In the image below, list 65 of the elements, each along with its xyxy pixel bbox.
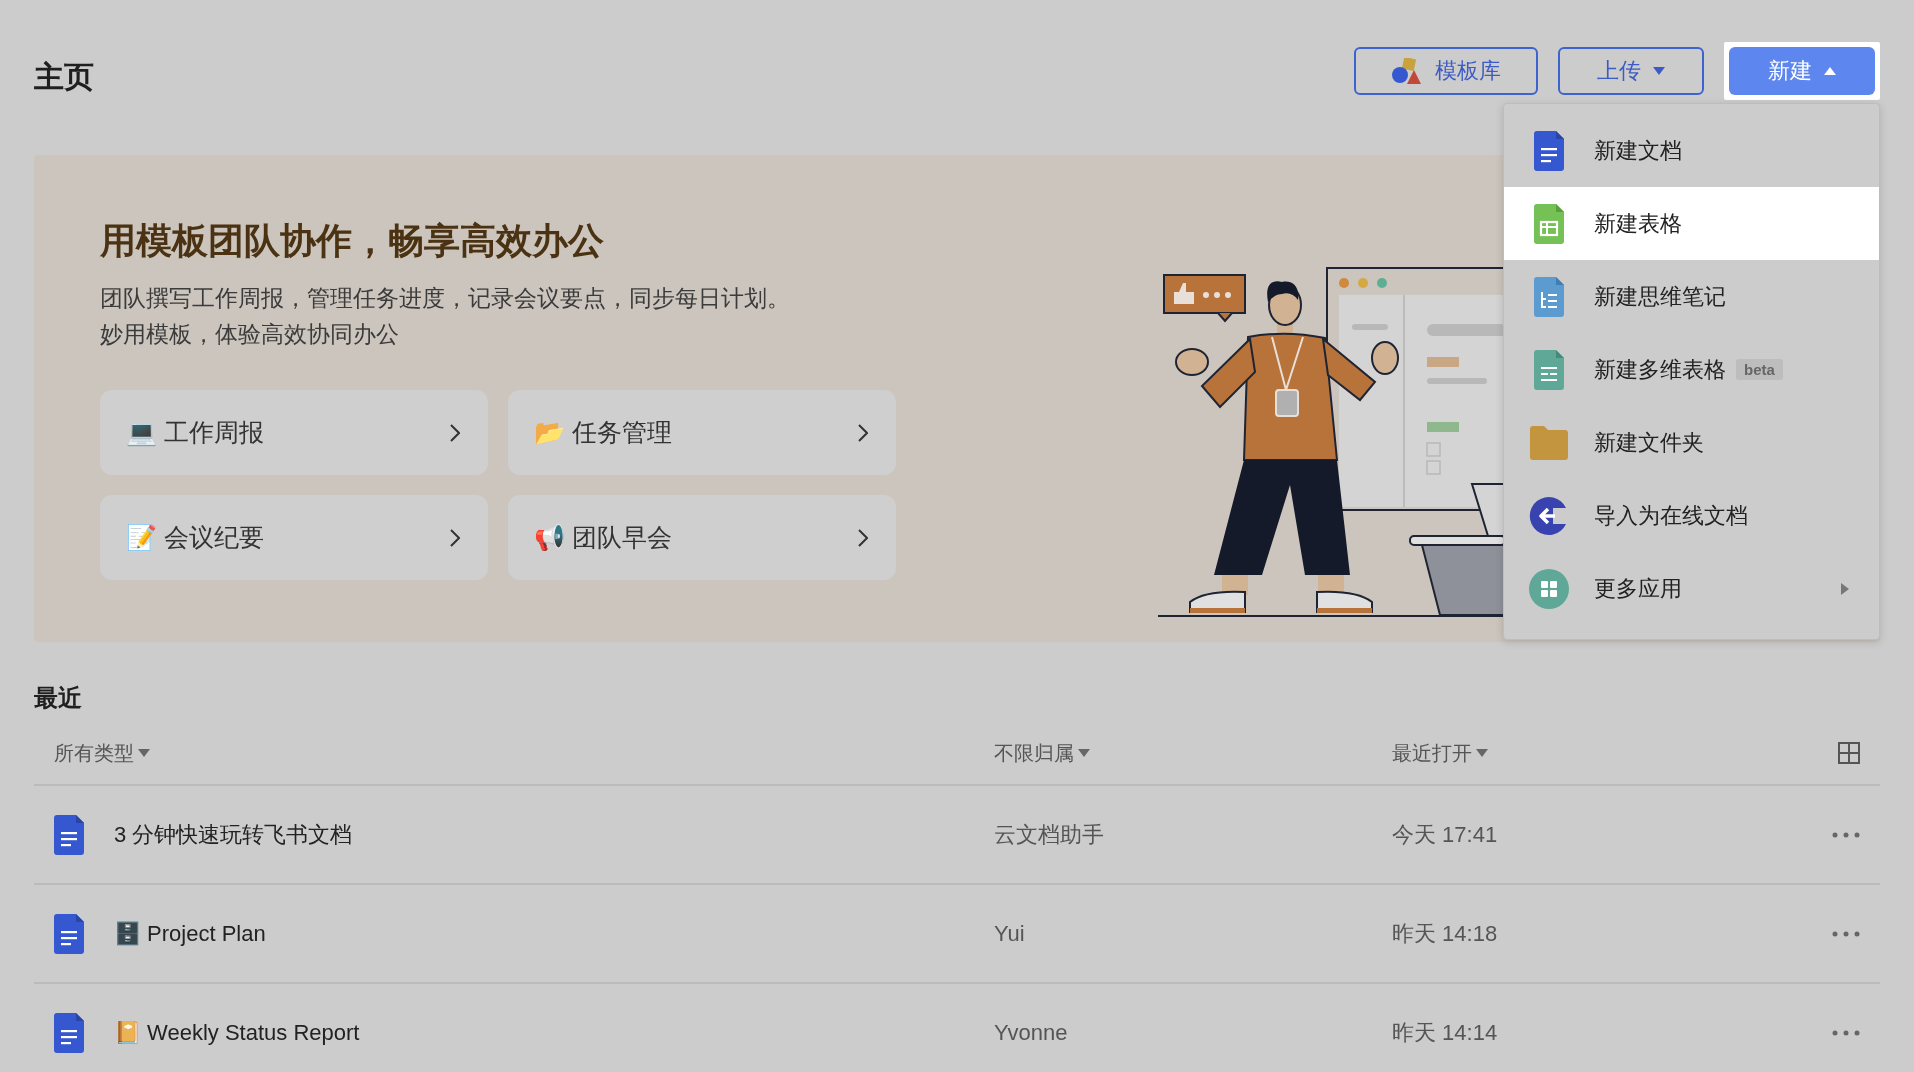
more-icon[interactable] xyxy=(1832,831,1860,838)
apps-grid-icon xyxy=(1529,568,1569,609)
menu-item[interactable]: 新建思维笔记 xyxy=(1504,260,1879,333)
menu-item-label: 新建文件夹 xyxy=(1594,428,1704,457)
template-card[interactable]: 📂 任务管理 xyxy=(508,390,896,475)
template-library-button[interactable]: 模板库 xyxy=(1354,46,1538,95)
menu-item-label: 新建表格 xyxy=(1594,209,1682,238)
menu-item[interactable]: 新建多维表格 beta xyxy=(1504,333,1879,406)
folder-icon xyxy=(1530,425,1568,460)
file-name: 3 分钟快速玩转飞书文档 xyxy=(114,820,354,849)
file-row[interactable]: 📔 Weekly Status Report Yvonne 昨天 14:14 xyxy=(34,984,1880,1072)
document-icon xyxy=(54,913,84,954)
section-title: 最近 xyxy=(34,683,83,713)
more-icon[interactable] xyxy=(1832,1029,1860,1036)
banner-heading: 用模板团队协作，畅享高效办公 xyxy=(100,219,605,263)
last-opened-time: 昨天 14:14 xyxy=(1392,1018,1499,1047)
file-owner: Yui xyxy=(994,920,1026,947)
file-name: 🗄 Project Plan xyxy=(114,920,267,947)
menu-item[interactable]: 新建文件夹 xyxy=(1504,406,1879,479)
spreadsheet-icon xyxy=(1534,203,1564,244)
banner-description: 团队撰写工作周报，管理任务进度，记录会议要点，同步每日计划。 xyxy=(100,284,791,313)
file-owner: 云文档助手 xyxy=(994,820,1105,849)
template-card[interactable]: 📝 会议纪要 xyxy=(100,495,488,580)
file-row[interactable]: 3 分钟快速玩转飞书文档 云文档助手 今天 17:41 xyxy=(34,786,1880,885)
caret-up-icon xyxy=(1824,66,1836,75)
filter-dropdown[interactable]: 所有类型 xyxy=(54,739,150,767)
more-icon[interactable] xyxy=(1832,930,1860,937)
file-name: 📔 Weekly Status Report xyxy=(114,1019,361,1046)
template-card[interactable]: 📢 团队早会 xyxy=(508,495,896,580)
caret-down-icon xyxy=(1078,749,1090,757)
chevron-right-icon xyxy=(858,528,868,547)
page-title: 主页 xyxy=(34,59,95,95)
banner-description: 妙用模板，体验高效协同办公 xyxy=(100,320,400,349)
document-icon xyxy=(54,1012,84,1053)
shapes-icon xyxy=(1391,57,1423,84)
chevron-right-icon xyxy=(450,423,460,442)
caret-down-icon xyxy=(1476,749,1488,757)
table-document-icon xyxy=(1534,349,1564,390)
template-card[interactable]: 💻 工作周报 xyxy=(100,390,488,475)
outline-document-icon xyxy=(1534,276,1564,317)
document-icon xyxy=(1534,130,1564,171)
filter-dropdown[interactable]: 最近打开 xyxy=(1392,739,1488,767)
menu-item[interactable]: 导入为在线文档 xyxy=(1504,479,1879,552)
import-arrow-icon xyxy=(1529,495,1569,536)
grid-view-icon[interactable] xyxy=(1838,742,1860,764)
file-owner: Yvonne xyxy=(994,1019,1069,1046)
menu-item[interactable]: 新建表格 xyxy=(1504,187,1879,260)
last-opened-time: 昨天 14:18 xyxy=(1392,919,1499,948)
file-row[interactable]: 🗄 Project Plan Yui 昨天 14:18 xyxy=(34,885,1880,984)
menu-item-label: 新建思维笔记 xyxy=(1594,282,1726,311)
upload-button[interactable]: 上传 xyxy=(1558,46,1704,95)
menu-item-label: 新建多维表格 xyxy=(1594,355,1726,384)
menu-item-label: 更多应用 xyxy=(1594,574,1682,603)
menu-item[interactable]: 更多应用 xyxy=(1504,552,1879,625)
menu-item-label: 导入为在线文档 xyxy=(1594,501,1748,530)
last-opened-time: 今天 17:41 xyxy=(1392,820,1499,849)
caret-down-icon xyxy=(138,749,150,757)
chevron-right-icon xyxy=(858,423,868,442)
menu-item-label: 新建文档 xyxy=(1594,136,1682,165)
chevron-right-icon xyxy=(450,528,460,547)
caret-down-icon xyxy=(1653,66,1665,75)
filter-dropdown[interactable]: 不限归属 xyxy=(994,739,1090,767)
menu-item[interactable]: 新建文档 xyxy=(1504,114,1879,187)
beta-badge: beta xyxy=(1736,359,1783,380)
document-icon xyxy=(54,814,84,855)
